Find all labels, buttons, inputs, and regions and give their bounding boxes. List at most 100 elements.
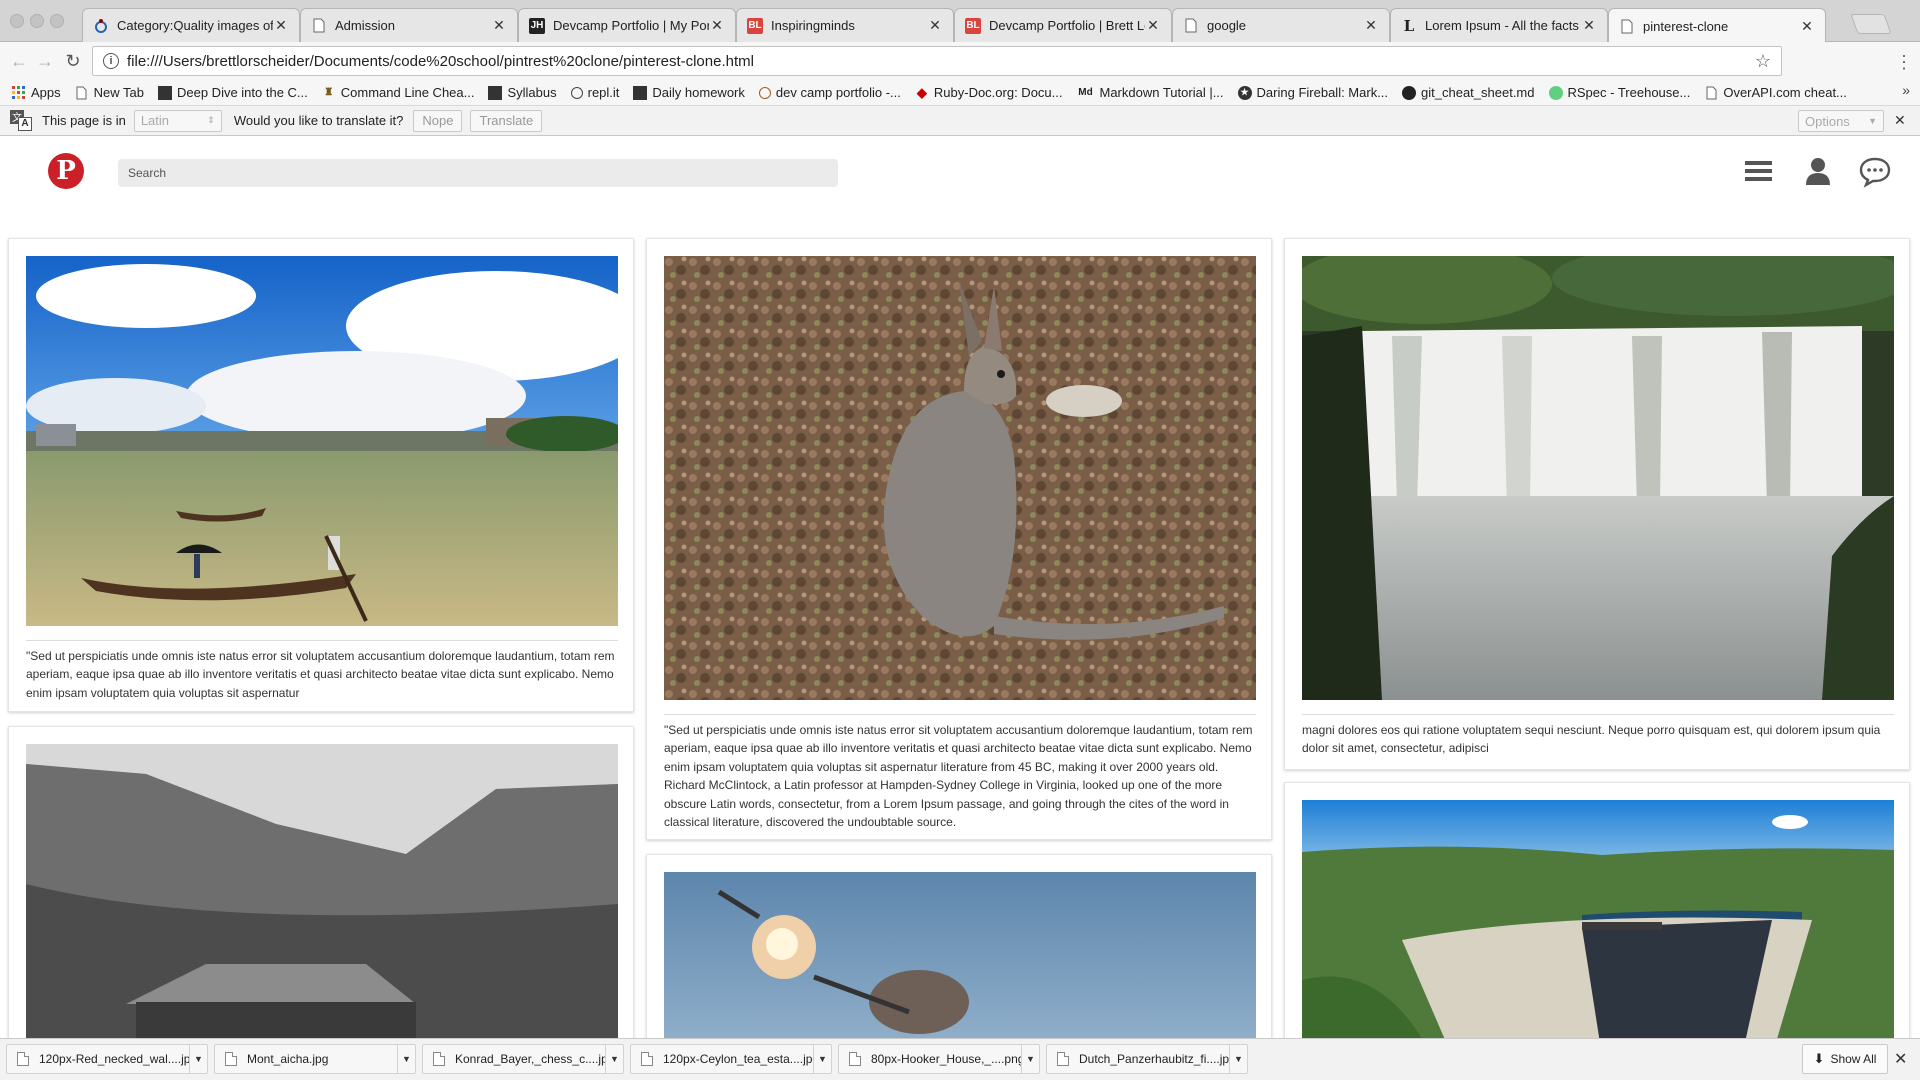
chevron-down-icon[interactable]: ▼ <box>189 1044 207 1074</box>
bookmark-label: Syllabus <box>507 85 557 100</box>
chevron-down-icon[interactable]: ▼ <box>397 1044 415 1074</box>
bookmark-git-cheat-sheet[interactable]: git_cheat_sheet.md <box>1402 85 1535 100</box>
pin-card[interactable] <box>8 726 634 1038</box>
download-item[interactable]: 120px-Ceylon_tea_esta....jpg ▼ <box>630 1044 832 1074</box>
pin-card[interactable] <box>1284 782 1910 1038</box>
pin-card[interactable] <box>646 854 1272 1038</box>
pin-card[interactable]: magni dolores eos qui ratione voluptatem… <box>1284 238 1910 770</box>
download-filename: 80px-Hooker_House,_....png <box>871 1052 1021 1066</box>
bookmark-daily-homework[interactable]: Daily homework <box>633 85 745 100</box>
bookmark-dev-camp-portfolio[interactable]: dev camp portfolio -... <box>758 85 901 100</box>
tab-wikimedia[interactable]: Category:Quality images of A ✕ <box>82 8 300 42</box>
minimize-window-button[interactable] <box>30 14 44 28</box>
bl-icon: BL <box>747 17 763 34</box>
bookmark-rspec-treehouse[interactable]: RSpec - Treehouse... <box>1548 85 1691 100</box>
pin-caption: "Sed ut perspiciatis unde omnis iste nat… <box>664 714 1256 831</box>
close-tab-icon[interactable]: ✕ <box>491 17 507 34</box>
download-item[interactable]: Konrad_Bayer,_chess_c....jpg ▼ <box>422 1044 624 1074</box>
wikimedia-icon <box>93 18 109 34</box>
bookmark-daring-fireball[interactable]: ★ Daring Fireball: Mark... <box>1237 85 1389 100</box>
new-tab-button[interactable] <box>1850 14 1892 34</box>
page-viewport: P Search "Sed ut perspiciatis unde omnis… <box>0 136 1920 1038</box>
close-tab-icon[interactable]: ✕ <box>927 17 943 34</box>
chat-bubble-icon[interactable] <box>1858 154 1892 188</box>
pinterest-logo-icon[interactable]: P <box>48 153 84 189</box>
close-shelf-icon[interactable]: ✕ <box>1894 1049 1907 1069</box>
bookmark-label: RSpec - Treehouse... <box>1567 85 1691 100</box>
tab-devcamp-brett[interactable]: BL Devcamp Portfolio | Brett Lor ✕ <box>954 8 1172 42</box>
pin-image[interactable] <box>1302 256 1894 700</box>
bookmark-label: Daring Fireball: Mark... <box>1256 85 1389 100</box>
bookmark-star-icon[interactable]: ☆ <box>1755 51 1771 72</box>
devcamp-icon <box>157 85 172 100</box>
tab-google[interactable]: google ✕ <box>1172 8 1390 42</box>
back-arrow-icon[interactable]: ← <box>8 50 30 72</box>
chevron-down-icon[interactable]: ▼ <box>1229 1044 1247 1074</box>
search-input[interactable] <box>118 159 838 187</box>
close-tab-icon[interactable]: ✕ <box>709 17 725 34</box>
bookmark-command-line[interactable]: ♜ Command Line Chea... <box>322 85 474 100</box>
chevron-down-icon[interactable]: ▼ <box>1021 1044 1039 1074</box>
pin-image[interactable] <box>26 744 618 1038</box>
pin-image[interactable] <box>1302 800 1894 1038</box>
download-item[interactable]: Dutch_Panzerhaubitz_fi....jpg ▼ <box>1046 1044 1248 1074</box>
bookmark-markdown-tutorial[interactable]: Md Markdown Tutorial |... <box>1077 85 1223 100</box>
pin-image[interactable] <box>26 256 618 626</box>
download-item[interactable]: Mont_aicha.jpg ▼ <box>214 1044 416 1074</box>
bookmark-label: Apps <box>31 85 61 100</box>
translate-button[interactable]: Translate <box>470 109 543 132</box>
bookmark-syllabus[interactable]: Syllabus <box>488 85 557 100</box>
pin-card[interactable]: "Sed ut perspiciatis unde omnis iste nat… <box>8 238 634 712</box>
bookmark-apps[interactable]: Apps <box>12 85 61 100</box>
chevron-down-icon[interactable]: ▼ <box>605 1044 623 1074</box>
info-icon[interactable]: i <box>103 53 119 69</box>
lorem-icon: L <box>1403 16 1415 35</box>
download-item[interactable]: 120px-Red_necked_wal....jpg ▼ <box>6 1044 208 1074</box>
tab-lorem-ipsum[interactable]: L Lorem Ipsum - All the facts - ✕ <box>1390 8 1608 42</box>
show-all-label: Show All <box>1830 1052 1877 1066</box>
forward-arrow-icon[interactable]: → <box>34 50 56 72</box>
apps-grid-icon <box>12 85 26 100</box>
tab-devcamp-portfolio[interactable]: JH Devcamp Portfolio | My Portfo ✕ <box>518 8 736 42</box>
tab-title: Devcamp Portfolio | Brett Lor <box>989 18 1145 33</box>
bookmark-deep-dive[interactable]: Deep Dive into the C... <box>157 85 308 100</box>
reload-icon[interactable]: ↻ <box>62 50 84 72</box>
bookmark-overapi[interactable]: OverAPI.com cheat... <box>1704 85 1847 100</box>
pin-card[interactable]: "Sed ut perspiciatis unde omnis iste nat… <box>646 238 1272 840</box>
translate-options-select[interactable]: Options ▼ <box>1798 110 1884 132</box>
browser-toolbar: ← → ↻ i file:///Users/brettlorscheider/D… <box>0 42 1920 80</box>
show-all-downloads-button[interactable]: ⬇ Show All <box>1802 1044 1888 1074</box>
chevron-down-icon[interactable]: ▼ <box>813 1044 831 1074</box>
bookmarks-overflow-icon[interactable]: » <box>1902 82 1910 98</box>
bookmarks-bar: Apps New Tab Deep Dive into the C... ♜ C… <box>0 80 1920 106</box>
language-select[interactable]: Latin ⇕ <box>133 109 222 132</box>
download-item[interactable]: 80px-Hooker_House,_....png ▼ <box>838 1044 1040 1074</box>
maximize-window-button[interactable] <box>50 14 64 28</box>
ruby-icon: ◆ <box>916 84 927 100</box>
tab-pinterest-clone[interactable]: pinterest-clone ✕ <box>1608 8 1826 43</box>
user-profile-icon[interactable] <box>1801 154 1835 188</box>
bookmark-ruby-doc[interactable]: ◆ Ruby-Doc.org: Docu... <box>915 84 1063 101</box>
close-window-button[interactable] <box>10 14 24 28</box>
close-tab-icon[interactable]: ✕ <box>1145 17 1161 34</box>
pin-image[interactable] <box>664 872 1256 1038</box>
hamburger-menu-icon[interactable] <box>1742 154 1776 188</box>
download-filename: Konrad_Bayer,_chess_c....jpg <box>455 1052 605 1066</box>
close-tab-icon[interactable]: ✕ <box>1581 17 1597 34</box>
tab-inspiringminds[interactable]: BL Inspiringminds ✕ <box>736 8 954 42</box>
tab-admission[interactable]: Admission ✕ <box>300 8 518 42</box>
bookmark-new-tab[interactable]: New Tab <box>75 85 144 100</box>
close-translate-icon[interactable]: ✕ <box>1894 112 1906 129</box>
address-bar[interactable]: i file:///Users/brettlorscheider/Documen… <box>92 46 1782 76</box>
translate-question: Would you like to translate it? <box>233 113 404 128</box>
menu-kebab-icon[interactable]: ⋮ <box>1895 52 1913 73</box>
bookmark-label: New Tab <box>93 85 144 100</box>
nope-button[interactable]: Nope <box>413 109 463 132</box>
close-tab-icon[interactable]: ✕ <box>1363 17 1379 34</box>
close-tab-icon[interactable]: ✕ <box>1799 18 1815 35</box>
close-tab-icon[interactable]: ✕ <box>273 17 289 34</box>
download-arrow-icon: ⬇ <box>1813 1051 1825 1066</box>
pin-image[interactable] <box>664 256 1256 700</box>
bookmark-replit[interactable]: repl.it <box>570 85 619 100</box>
tab-title: pinterest-clone <box>1643 18 1729 34</box>
